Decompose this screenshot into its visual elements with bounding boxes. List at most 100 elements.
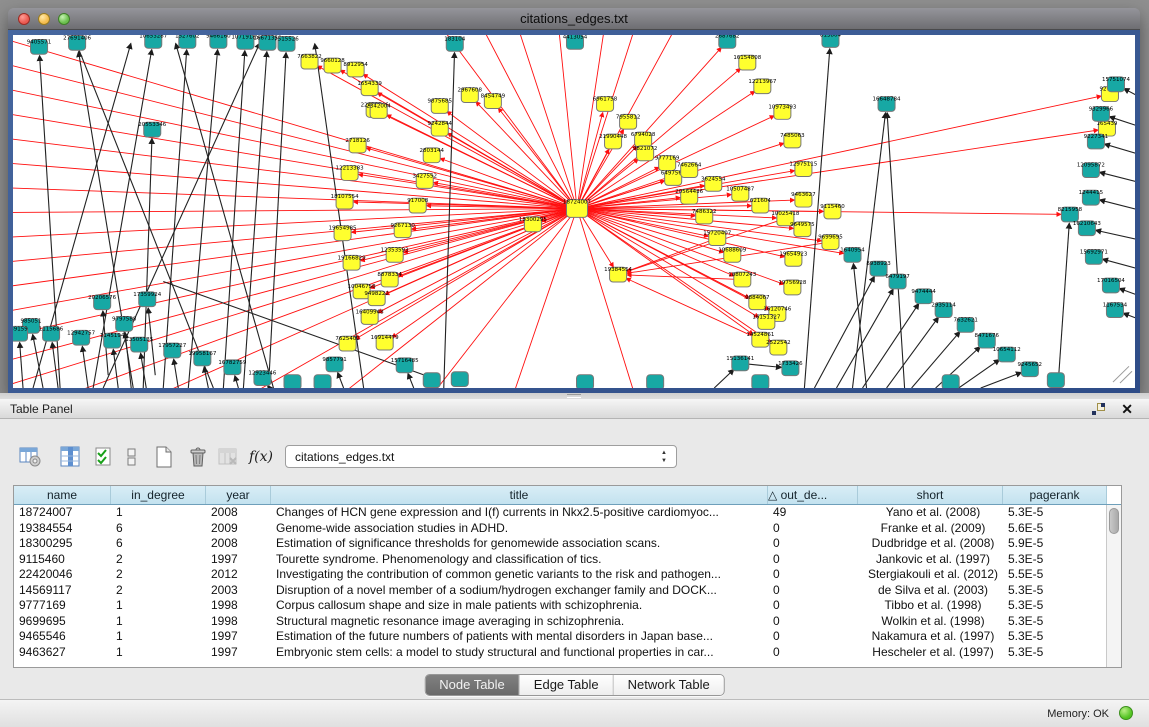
graph-edge[interactable]: [13, 65, 577, 209]
network-canvas[interactable]: 1872400718300295193845542242004627181261…: [13, 35, 1135, 388]
graph-node[interactable]: 3624554: [701, 176, 726, 191]
graph-node[interactable]: 9267130: [390, 223, 415, 238]
graph-node[interactable]: 2935114: [931, 303, 956, 318]
graph-edge[interactable]: [33, 335, 43, 388]
create-column-icon[interactable]: [150, 443, 178, 471]
graph-node[interactable]: 621604: [750, 198, 772, 213]
graph-edge[interactable]: [444, 35, 577, 209]
graph-node[interactable]: 16154808: [733, 55, 762, 70]
graph-node[interactable]: [1047, 373, 1064, 388]
graph-edge[interactable]: [1119, 289, 1135, 300]
graph-node[interactable]: 7955812: [616, 114, 640, 129]
table-mode-icon[interactable]: [16, 443, 44, 471]
graph-node[interactable]: [451, 372, 468, 387]
graph-node[interactable]: 1244415: [1079, 190, 1103, 205]
graph-node[interactable]: 9797588: [112, 316, 137, 331]
graph-edge[interactable]: [853, 264, 866, 388]
graph-node[interactable]: 7663822: [297, 54, 321, 69]
column-header-pagerank[interactable]: pagerank: [1003, 486, 1107, 504]
network-table-select[interactable]: citations_edges.txt ▲▼: [285, 445, 677, 468]
graph-node[interactable]: 1640954: [840, 247, 865, 262]
graph-edge[interactable]: [863, 304, 919, 388]
delete-column-icon[interactable]: [184, 443, 212, 471]
graph-edge[interactable]: [163, 50, 186, 388]
graph-edge[interactable]: [408, 374, 414, 388]
graph-node[interactable]: 1145194: [100, 333, 125, 348]
graph-node[interactable]: 19166829: [338, 255, 367, 270]
graph-edge[interactable]: [1096, 230, 1135, 242]
delete-table-icon[interactable]: [214, 443, 242, 471]
canvas-resize-grip[interactable]: [1113, 366, 1132, 383]
graph-edge[interactable]: [13, 40, 577, 209]
graph-node[interactable]: 12213967: [748, 79, 776, 94]
graph-edge[interactable]: [13, 209, 577, 361]
graph-node[interactable]: 10654112: [993, 347, 1021, 362]
graph-edge[interactable]: [223, 51, 244, 388]
graph-node[interactable]: 12213383: [336, 166, 365, 181]
show-columns-icon[interactable]: [56, 443, 84, 471]
table-row[interactable]: 1830029562008Estimation of significance …: [14, 536, 1121, 552]
graph-edge[interactable]: [268, 53, 286, 388]
graph-node[interactable]: 917008: [407, 198, 429, 213]
graph-node[interactable]: 1527602: [175, 35, 199, 48]
graph-node[interactable]: 9649575: [790, 222, 814, 237]
graph-node[interactable]: 7515526: [274, 36, 299, 51]
column-header-in-degree[interactable]: in_degree: [111, 486, 206, 504]
table-row[interactable]: 946362711997Embryonic stem cells: a mode…: [14, 645, 1121, 661]
tab-network-table[interactable]: Network Table: [614, 675, 724, 695]
column-header-title[interactable]: title: [271, 486, 768, 504]
graph-node[interactable]: 16648784: [873, 97, 902, 112]
graph-node[interactable]: 15136141: [726, 356, 754, 371]
graph-edge[interactable]: [1105, 144, 1135, 157]
column-header-name[interactable]: name: [14, 486, 111, 504]
graph-node[interactable]: 7486322: [692, 209, 716, 224]
graph-node[interactable]: 6961758: [593, 97, 618, 112]
graph-node[interactable]: 1115686: [39, 326, 64, 341]
graph-node[interactable]: 9329966: [1089, 106, 1114, 121]
graph-node[interactable]: 9498222: [364, 291, 388, 306]
function-builder-icon[interactable]: f(x): [247, 443, 275, 471]
graph-edge[interactable]: [243, 52, 266, 388]
column-header-year[interactable]: year: [206, 486, 271, 504]
graph-node[interactable]: 9466160: [206, 35, 231, 48]
graph-node[interactable]: [284, 375, 301, 388]
graph-node[interactable]: [942, 375, 959, 388]
graph-node[interactable]: 16210643: [1073, 221, 1102, 236]
graph-node[interactable]: 2803144: [420, 148, 445, 163]
table-row[interactable]: 1456911722003Disruption of a novel membe…: [14, 583, 1121, 599]
graph-node[interactable]: 12095872: [1077, 163, 1105, 178]
graph-node[interactable]: 1733426: [778, 361, 803, 376]
graph-node[interactable]: 19654923: [779, 251, 808, 266]
float-panel-icon[interactable]: [1092, 403, 1105, 415]
graph-edge[interactable]: [1123, 313, 1135, 323]
graph-node[interactable]: [577, 375, 594, 388]
close-panel-icon[interactable]: ✕: [1121, 401, 1133, 418]
graph-node[interactable]: 7632621: [953, 317, 977, 332]
graph-node[interactable]: 2687682: [715, 35, 739, 48]
graph-node[interactable]: 12942757: [67, 330, 95, 345]
tab-node-table[interactable]: Node Table: [425, 675, 520, 695]
graph-node[interactable]: 8878334: [377, 272, 402, 287]
graph-node[interactable]: 2967608: [458, 88, 483, 103]
graph-node[interactable]: 17957227: [158, 343, 186, 358]
graph-edge[interactable]: [338, 373, 344, 388]
graph-node[interactable]: 8215958: [1058, 207, 1083, 222]
graph-edge[interactable]: [981, 372, 1022, 388]
graph-edge[interactable]: [13, 209, 577, 336]
graph-node[interactable]: 16782759: [218, 360, 247, 375]
graph-edge[interactable]: [627, 275, 742, 280]
graph-node[interactable]: 13505135: [125, 337, 153, 352]
graph-node[interactable]: 9227341: [1084, 134, 1108, 149]
tab-edge-table[interactable]: Edge Table: [520, 675, 614, 695]
graph-node[interactable]: 8471676: [974, 333, 999, 348]
graph-edge[interactable]: [887, 317, 939, 388]
memory-ok-indicator-icon[interactable]: [1119, 706, 1133, 720]
graph-node[interactable]: 9821072: [633, 146, 657, 161]
graph-node[interactable]: 20553346: [138, 122, 167, 137]
graph-node[interactable]: 7485063: [780, 133, 805, 148]
graph-node[interactable]: [314, 375, 331, 388]
graph-node[interactable]: 19958167: [188, 351, 216, 366]
select-all-icon[interactable]: [90, 443, 118, 471]
network-window-titlebar[interactable]: citations_edges.txt: [8, 8, 1140, 30]
graph-node[interactable]: 8454749: [481, 94, 506, 109]
